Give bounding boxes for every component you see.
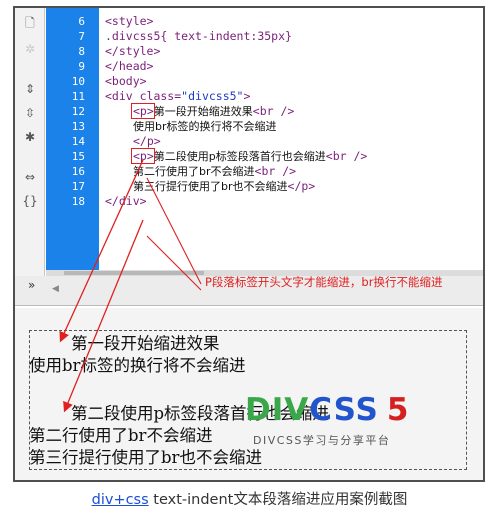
code-text: </p> <box>133 134 161 148</box>
code-line: <style> <box>105 14 153 29</box>
line-number-gutter: 6 7 8 9 10 11 12 13 14 15 16 17 18 <box>46 8 99 270</box>
preview-line-4: 第二行使用了br不会缩进 <box>29 426 213 445</box>
code-text: </style> <box>105 44 161 58</box>
annotation-note: P段落标签开头文字才能缩进，br换行不能缩进 <box>205 275 443 289</box>
code-chinese-text: 第二行使用了br不会缩进 <box>133 165 255 178</box>
select-parent-icon[interactable]: ✱ <box>20 128 40 146</box>
page-icon[interactable]: 🗋 <box>20 14 40 32</box>
code-chinese-text: 使用br标签的换行将不会缩进 <box>133 120 277 133</box>
code-line: 使用br标签的换行将不会缩进 <box>133 119 277 134</box>
code-tail-tag: </p> <box>287 179 316 193</box>
line-number: 18 <box>71 195 85 208</box>
code-text: <style> <box>105 14 154 28</box>
code-editor: 🗋 ✲ ⇕ ⇳ ✱ ⇔ {} 6 7 8 9 10 11 12 13 14 15 16 17 18 <s… <box>15 8 483 276</box>
code-chinese-text: 第二段使用p标签段落首行也会缩进 <box>153 150 326 163</box>
code-chinese-text: 第一段开始缩进效果 <box>153 105 253 118</box>
line-number: 7 <box>78 30 85 43</box>
divcss5-watermark: DIVCSS 5 DIVCSS学习与分享平台 <box>245 392 455 452</box>
line-number: 14 <box>71 135 85 148</box>
indent-icon[interactable]: ⇔ <box>20 168 40 186</box>
figure-caption: div+css text-indent文本段落缩进应用案例截图 <box>0 488 499 509</box>
line-number: 12 <box>71 105 85 118</box>
line-number: 17 <box>71 180 85 193</box>
code-line: <div class="divcss5"> <box>105 89 250 104</box>
code-line: 第三行提行使用了br也不会缩进</p> <box>133 179 315 194</box>
screenshot-frame: 🗋 ✲ ⇕ ⇳ ✱ ⇔ {} 6 7 8 9 10 11 12 13 14 15 16 17 18 <s… <box>13 6 485 482</box>
watermark-sub: DIVCSS学习与分享平台 <box>253 434 391 447</box>
star-icon[interactable]: ✲ <box>20 40 40 58</box>
collapse-icon[interactable]: » <box>28 278 35 292</box>
code-chinese-text: 第三行提行使用了br也不会缩进 <box>133 180 288 193</box>
line-number: 13 <box>71 120 85 133</box>
code-line: </style> <box>105 44 160 59</box>
line-number: 8 <box>78 45 85 58</box>
line-number: 11 <box>71 90 85 103</box>
code-line: </p> <box>133 134 161 149</box>
code-line: .divcss5{ text-indent:35px} <box>105 29 292 44</box>
code-tail-tag: <br /> <box>325 149 368 163</box>
code-line: <p>第一段开始缩进效果<br /> <box>133 104 294 119</box>
code-text: <div class="divcss5"> <box>105 89 251 103</box>
code-tail-tag: <br /> <box>252 104 295 118</box>
code-tail-tag: <br /> <box>254 164 297 178</box>
code-line: <body> <box>105 74 147 89</box>
code-line: <p>第二段使用p标签段落首行也会缩进<br /> <box>133 149 367 164</box>
caption-text: text-indent文本段落缩进应用案例截图 <box>148 492 408 508</box>
code-expand-icon[interactable]: ⇕ <box>20 80 40 98</box>
watermark-main: DIVCSS 5 <box>245 392 410 428</box>
code-text: </head> <box>105 59 154 73</box>
code-line: </head> <box>105 59 153 74</box>
code-collapse-icon[interactable]: ⇳ <box>20 104 40 122</box>
code-text: <body> <box>105 74 147 88</box>
line-number: 15 <box>71 150 85 163</box>
editor-toolbar: 🗋 ✲ ⇕ ⇳ ✱ ⇔ {} <box>15 8 45 276</box>
preview-line-5: 第三行提行使用了br也不会缩进 <box>29 448 262 467</box>
code-line: </div> <box>105 194 147 209</box>
design-preview: 第一段开始缩进效果 使用br标签的换行将不会缩进 第二段使用p标签段落首行也会缩… <box>15 308 483 480</box>
code-area[interactable]: <style> .divcss5{ text-indent:35px} </styl… <box>99 8 483 270</box>
p-tag-highlight <box>131 148 155 164</box>
line-number: 6 <box>78 15 85 28</box>
scroll-left-icon[interactable]: ◀ <box>52 284 59 294</box>
line-number: 10 <box>71 75 85 88</box>
preview-line-2: 使用br标签的换行将不会缩进 <box>29 356 246 375</box>
code-text: </div> <box>105 194 147 208</box>
line-number: 9 <box>78 60 85 73</box>
code-text: .divcss5{ text-indent:35px} <box>105 29 292 43</box>
caption-link[interactable]: div+css <box>92 492 149 508</box>
p-tag-highlight <box>131 103 155 119</box>
line-number: 16 <box>71 165 85 178</box>
preview-line-1: 第一段开始缩进效果 <box>71 334 220 353</box>
format-icon[interactable]: {} <box>20 192 40 210</box>
code-line: 第二行使用了br不会缩进<br /> <box>133 164 296 179</box>
